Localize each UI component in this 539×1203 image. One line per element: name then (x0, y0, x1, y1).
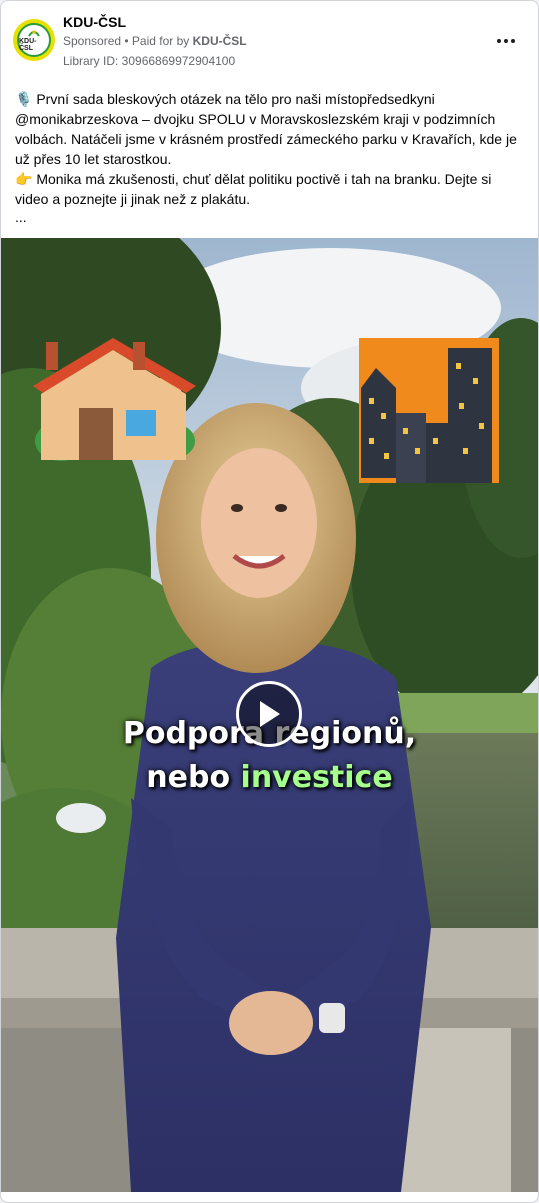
sponsor-line: Sponsored • Paid for by KDU-ČSL (63, 34, 247, 48)
ad-card: KDU-ČSL KDU-ČSL Sponsored • Paid for by … (0, 0, 539, 1203)
paid-prefix: Paid for by (131, 34, 193, 48)
more-dot-icon (511, 39, 515, 43)
more-dot-icon (504, 39, 508, 43)
see-more-ellipsis[interactable]: ... (15, 209, 27, 225)
avatar-text: KDU-ČSL (19, 38, 37, 52)
post-header: KDU-ČSL KDU-ČSL Sponsored • Paid for by … (1, 1, 538, 81)
meta-separator: • (121, 34, 132, 48)
more-dot-icon (497, 39, 501, 43)
page-avatar[interactable]: KDU-ČSL (13, 19, 55, 61)
city-emoji-icon (359, 338, 499, 483)
sponsored-label: Sponsored (63, 34, 122, 48)
more-options-button[interactable] (491, 29, 521, 53)
library-id: Library ID: 30966869972904100 (63, 54, 236, 68)
post-text: 🎙️ První sada bleskových otázek na tělo … (15, 89, 527, 209)
paid-by-name[interactable]: KDU-ČSL (193, 34, 247, 48)
video-player[interactable]: Podpora regionů, nebo investice (1, 238, 538, 1192)
caption-prefix: nebo (146, 760, 241, 795)
play-button[interactable] (236, 681, 302, 747)
play-icon (260, 701, 280, 727)
post-paragraph-2: 👉 Monika má zkušenosti, chuť dělat polit… (15, 171, 492, 207)
avatar-logo: KDU-ČSL (17, 23, 51, 57)
page-name[interactable]: KDU-ČSL (63, 14, 126, 30)
post-paragraph-1: 🎙️ První sada bleskových otázek na tělo … (15, 91, 517, 167)
party-logo-icon (28, 30, 40, 37)
video-caption-line-2: nebo investice (1, 760, 538, 795)
caption-highlight: investice (240, 760, 393, 795)
